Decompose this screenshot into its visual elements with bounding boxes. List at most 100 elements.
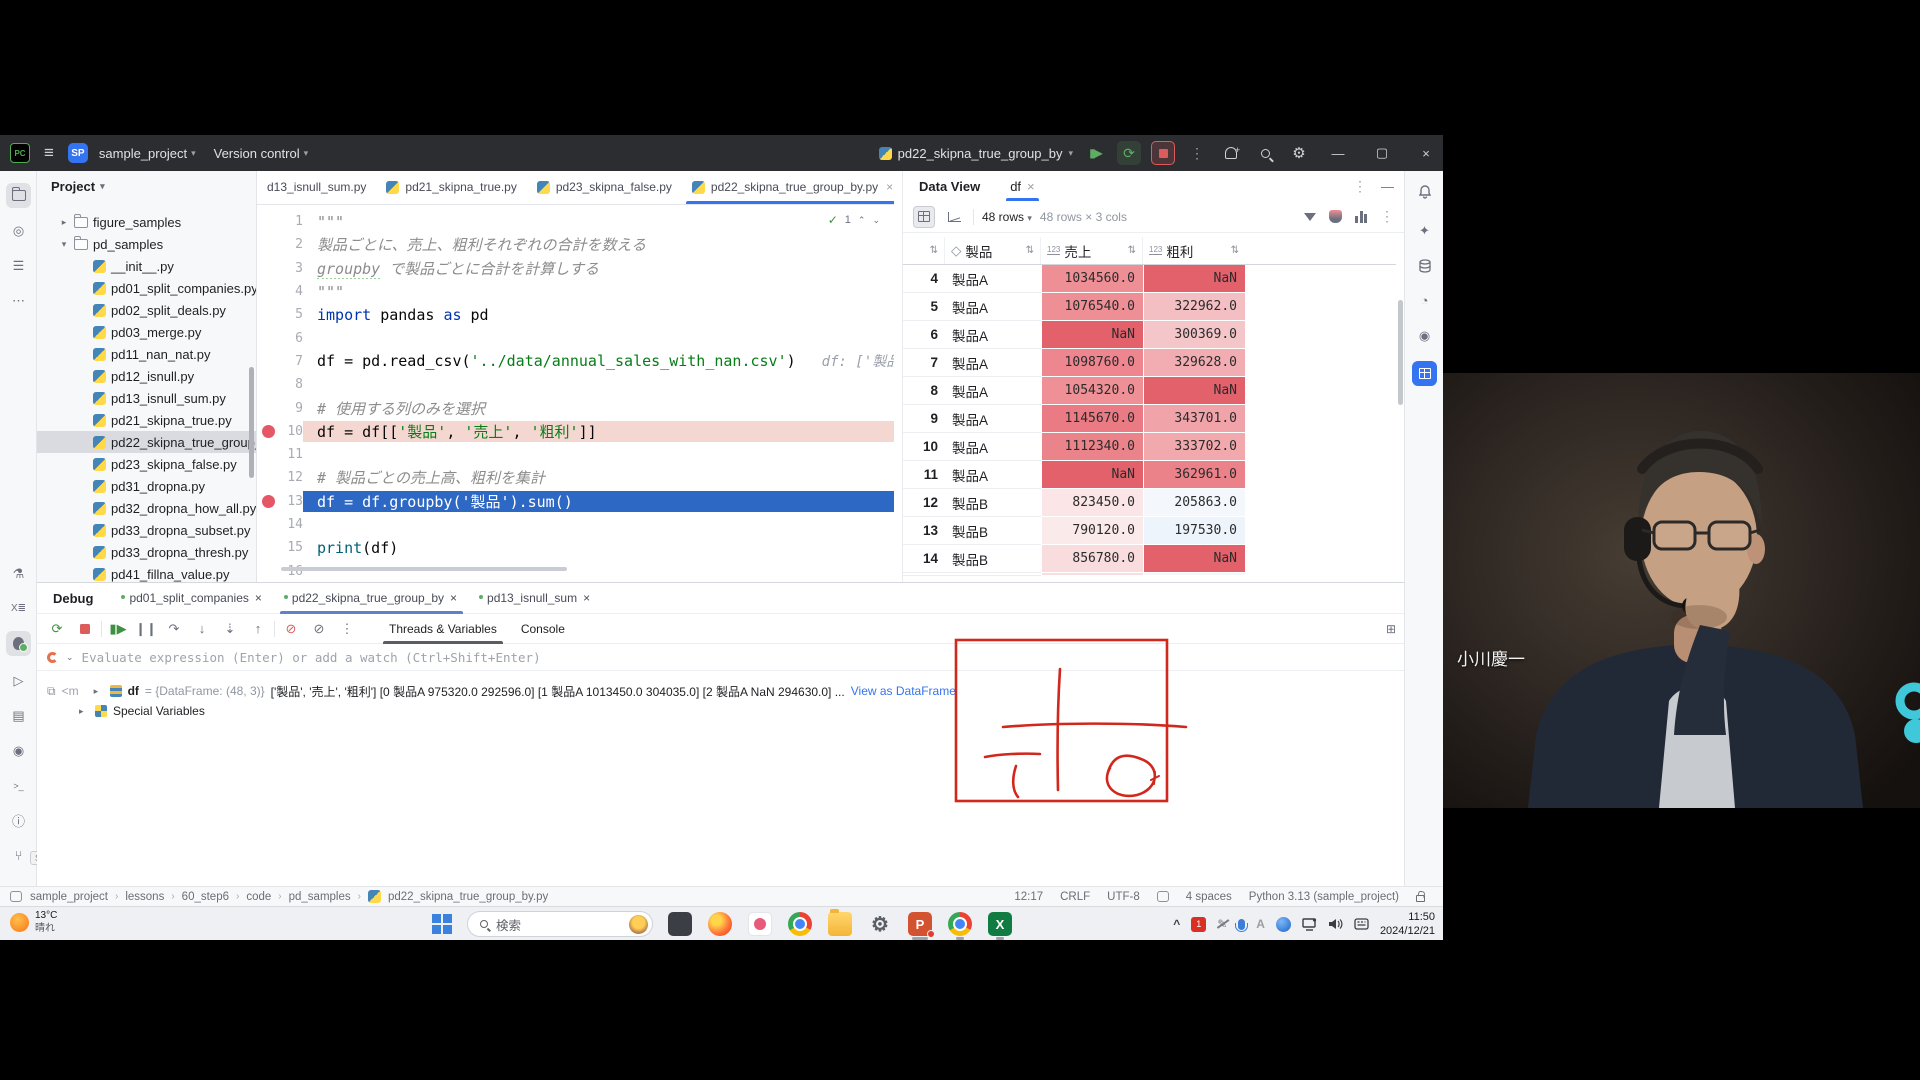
structure-tool-icon[interactable]: ☰: [6, 253, 31, 278]
run-tool-icon[interactable]: ▷: [6, 668, 31, 693]
force-step-into-icon[interactable]: ⇣: [218, 617, 242, 641]
step-over-icon[interactable]: ↷: [162, 617, 186, 641]
version-control-widget[interactable]: Version control ▾: [214, 146, 309, 161]
view-tab-Threads & Variables[interactable]: Threads & Variables: [377, 614, 509, 644]
tree-item-pd21_skipna_true.py[interactable]: pd21_skipna_true.py: [37, 409, 256, 431]
special-variables-row[interactable]: ▸ Special Variables: [47, 701, 1404, 721]
layout-settings-icon[interactable]: ⊞: [1386, 622, 1396, 636]
table-row[interactable]: 4製品A1034560.0NaN: [903, 265, 1396, 293]
debug-tab-pd01_split_companies[interactable]: pd01_split_companies×: [111, 583, 273, 614]
clients-icon[interactable]: ◉: [1412, 323, 1437, 348]
data-view-tab-df[interactable]: df ×: [1006, 171, 1038, 201]
tree-item-pd11_nan_nat.py[interactable]: pd11_nan_nat.py: [37, 343, 256, 365]
expand-icon[interactable]: ▸: [94, 686, 104, 697]
editor-tab-pd21_skipna_true.py[interactable]: pd21_skipna_true.py: [376, 171, 526, 204]
services-tool-icon[interactable]: ▤: [6, 703, 31, 728]
view-tab-Console[interactable]: Console: [509, 614, 577, 644]
tree-item-figure_samples[interactable]: ▸figure_samples: [37, 211, 256, 233]
heatmap-color-icon[interactable]: [1329, 210, 1342, 223]
tree-item-pd22_skipna_true_group_by.py[interactable]: pd22_skipna_true_group_by.py: [37, 431, 256, 453]
status-widget-icon[interactable]: [1157, 891, 1169, 902]
code-area[interactable]: 1"""2製品ごとに、売上、粗利それぞれの合計を数える3groupby で製品ご…: [257, 206, 894, 582]
taskbar-app-firefox[interactable]: [708, 912, 732, 936]
step-into-icon[interactable]: ↓: [190, 617, 214, 641]
column-header-sales[interactable]: 123売上⇅: [1041, 237, 1143, 264]
sci-tools-icon[interactable]: ⚗: [6, 561, 31, 586]
database-icon[interactable]: [1412, 253, 1437, 278]
windows-start-button[interactable]: [432, 914, 452, 934]
taskbar-app-powerpoint[interactable]: P: [908, 912, 932, 936]
rerun-icon[interactable]: ⟳: [45, 617, 69, 641]
indent-setting[interactable]: 4 spaces: [1186, 891, 1232, 903]
close-icon[interactable]: ×: [1027, 179, 1035, 194]
evaluate-row[interactable]: ⌄ Evaluate expression (Enter) or add a w…: [37, 644, 1404, 671]
table-row[interactable]: 7製品A1098760.0329628.0: [903, 349, 1396, 377]
breakpoint-icon[interactable]: [257, 425, 279, 438]
index-column-header[interactable]: ⇅: [903, 237, 945, 264]
project-widget[interactable]: SP sample_project ▾: [68, 143, 196, 163]
breadcrumb-item[interactable]: code: [246, 891, 271, 903]
more-tools-icon[interactable]: ⋯: [6, 288, 31, 313]
search-everywhere-icon[interactable]: [1253, 141, 1277, 165]
more-actions-icon[interactable]: ⋮: [1353, 178, 1367, 195]
table-row[interactable]: [903, 573, 1396, 576]
problems-tool-icon[interactable]: ⓘ: [6, 808, 31, 833]
speaker-icon[interactable]: [1328, 918, 1343, 930]
taskbar-app-file-explorer[interactable]: [828, 912, 852, 936]
tree-item-pd23_skipna_false.py[interactable]: pd23_skipna_false.py: [37, 453, 256, 475]
globe-app-icon[interactable]: [1276, 917, 1291, 932]
evaluate-expression-input[interactable]: Evaluate expression (Enter) or add a wat…: [82, 650, 541, 665]
tree-item-pd13_isnull_sum.py[interactable]: pd13_isnull_sum.py: [37, 387, 256, 409]
breadcrumb-item[interactable]: 60_step6: [182, 891, 229, 903]
hide-panel-icon[interactable]: —: [1381, 179, 1394, 194]
encoding[interactable]: UTF-8: [1107, 891, 1140, 903]
terminal-tool-icon[interactable]: >_: [6, 773, 31, 798]
notifications-bell-icon[interactable]: [1412, 179, 1437, 204]
debug-tab-pd13_isnull_sum[interactable]: pd13_isnull_sum×: [469, 583, 602, 614]
settings-gear-icon[interactable]: ⚙: [1287, 141, 1311, 165]
breadcrumb-item[interactable]: lessons: [125, 891, 164, 903]
table-view-icon[interactable]: [913, 206, 935, 228]
taskbar-search-input[interactable]: 検索: [467, 911, 653, 937]
gradle-icon[interactable]: ◔: [1412, 288, 1437, 313]
tree-item-pd31_dropna.py[interactable]: pd31_dropna.py: [37, 475, 256, 497]
table-row[interactable]: 9製品A1145670.0343701.0: [903, 405, 1396, 433]
project-tool-icon[interactable]: [6, 183, 31, 208]
more-actions-icon[interactable]: ⋮: [1380, 208, 1394, 225]
commit-tool-icon[interactable]: ◎: [6, 218, 31, 243]
tree-item-pd33_dropna_subset.py[interactable]: pd33_dropna_subset.py: [37, 519, 256, 541]
interpreter[interactable]: Python 3.13 (sample_project): [1249, 891, 1399, 903]
expand-icon[interactable]: ▸: [79, 706, 89, 717]
data-view-stripe-icon[interactable]: [1412, 361, 1437, 386]
next-problem-icon[interactable]: ⌄: [872, 215, 880, 226]
resume-icon[interactable]: ▮▶: [106, 617, 130, 641]
breadcrumb-item[interactable]: pd22_skipna_true_group_by.py: [388, 891, 548, 903]
table-row[interactable]: 13製品B790120.0197530.0: [903, 517, 1396, 545]
minimize-button[interactable]: —: [1321, 135, 1355, 171]
tree-item-pd33_dropna_thresh.py[interactable]: pd33_dropna_thresh.py: [37, 541, 256, 563]
tree-item-pd03_merge.py[interactable]: pd03_merge.py: [37, 321, 256, 343]
view-as-dataframe-link[interactable]: View as DataFrame: [851, 684, 956, 698]
taskbar-app-settings[interactable]: ⚙: [868, 912, 892, 936]
breadcrumb-item[interactable]: pd_samples: [289, 891, 351, 903]
tree-item-__init__.py[interactable]: __init__.py: [37, 255, 256, 277]
step-out-icon[interactable]: ↑: [246, 617, 270, 641]
code-with-me-icon[interactable]: [1219, 141, 1243, 165]
debug-tool-icon[interactable]: [6, 631, 31, 656]
data-tables-icon[interactable]: X≣: [6, 596, 31, 621]
tree-item-pd41_fillna_value.py[interactable]: pd41_fillna_value.py: [37, 563, 256, 582]
debug-tab-pd22_skipna_true_group_by[interactable]: pd22_skipna_true_group_by×: [274, 583, 469, 614]
column-header-profit[interactable]: 123粗利⇅: [1143, 237, 1245, 264]
stop-button[interactable]: [1151, 141, 1175, 165]
stop-icon[interactable]: [73, 617, 97, 641]
column-header-product[interactable]: ◇製品⇅: [945, 237, 1041, 264]
editor-tab-d13_isnull_sum.py[interactable]: d13_isnull_sum.py: [257, 171, 376, 204]
ai-assistant-icon[interactable]: ✦: [1412, 218, 1437, 243]
table-row[interactable]: 6製品ANaN300369.0: [903, 321, 1396, 349]
tree-item-pd01_split_companies.py[interactable]: pd01_split_companies.py: [37, 277, 256, 299]
notification-badge-icon[interactable]: 1: [1191, 917, 1206, 932]
taskbar-app-red-app[interactable]: [748, 912, 772, 936]
editor-tab-pd22_skipna_true_group_by.py[interactable]: pd22_skipna_true_group_by.py×: [682, 171, 894, 204]
python-console-icon[interactable]: ◉: [6, 738, 31, 763]
run-configuration[interactable]: pd22_skipna_true_group_by ▾: [879, 146, 1073, 161]
